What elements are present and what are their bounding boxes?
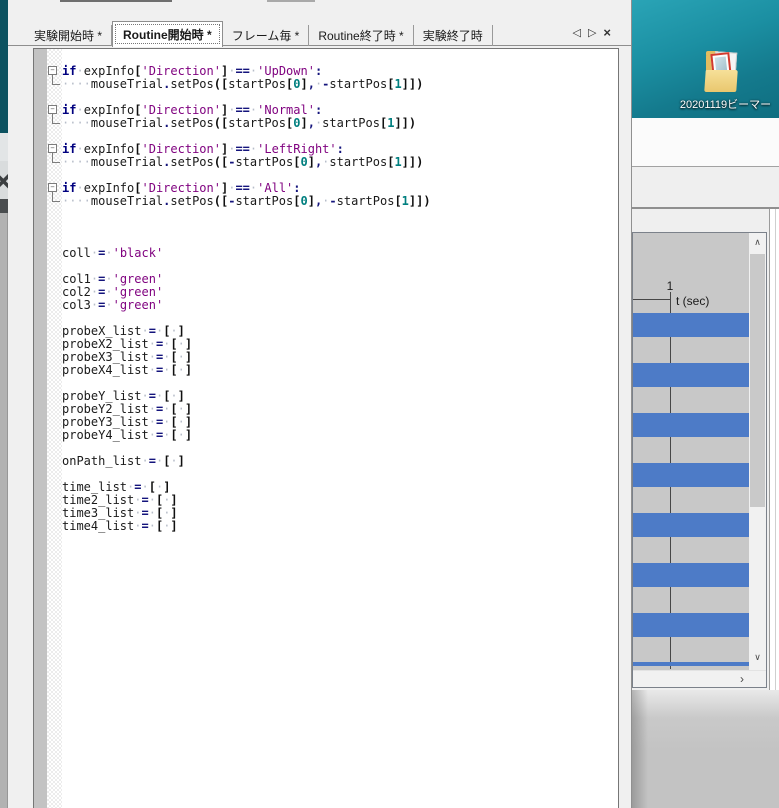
fold-spacer — [34, 442, 62, 455]
fold-spacer — [34, 286, 62, 299]
tab-bar: 実験開始時 *Routine開始時 *フレーム毎 *Routine終了時 *実験… — [8, 0, 631, 46]
fold-spacer — [34, 520, 62, 533]
left-window-edge-gray — [0, 213, 8, 808]
tab-2[interactable]: Routine開始時 * — [112, 21, 223, 47]
screen: ✕ 実験開始時 *Routine開始時 *フレーム毎 *Routine終了時 *… — [0, 0, 779, 808]
scroll-up-icon[interactable]: ∧ — [749, 235, 766, 249]
tab-1[interactable]: 実験開始時 * — [25, 25, 112, 46]
code-line — [34, 208, 618, 221]
fold-spacer — [34, 260, 62, 273]
tab-scroll-left-button[interactable]: ◁ — [572, 26, 580, 39]
code-line: ····mouseTrial.setPos([-startPos[0],·-st… — [34, 195, 618, 208]
code-line: col3·=·'green' — [34, 299, 618, 312]
code-editor[interactable]: if·expInfo['Direction']·==·'UpDown':····… — [33, 48, 619, 808]
tab-3[interactable]: フレーム毎 * — [223, 25, 310, 46]
routine-time-bar — [633, 463, 749, 487]
routine-canvas: 1 t (sec) — [633, 233, 749, 669]
fold-spacer — [34, 468, 62, 481]
fold-marker — [34, 78, 62, 91]
folder-front — [704, 70, 738, 92]
fold-spacer — [34, 494, 62, 507]
routine-time-bar — [633, 513, 749, 537]
tab-nav-buttons: ◁ ▷ × — [572, 26, 611, 39]
axis-tick-label: 1 — [664, 279, 676, 293]
fold-spacer — [34, 273, 62, 286]
close-tab-button[interactable]: × — [603, 27, 611, 38]
background-window-bottom — [632, 690, 779, 808]
code-lines: if·expInfo['Direction']·==·'UpDown':····… — [34, 65, 618, 533]
background-window-right-edge — [769, 209, 779, 690]
code-line: ····mouseTrial.setPos([-startPos[0],·sta… — [34, 156, 618, 169]
x-icon: ✕ — [0, 167, 8, 198]
fold-spacer — [34, 234, 62, 247]
axis-unit-label: t (sec) — [676, 294, 709, 308]
routine-timeline-panel: 1 t (sec) ∧ ∨ › — [632, 232, 767, 688]
vertical-scrollbar[interactable]: ∧ ∨ — [749, 233, 766, 670]
routine-time-bar — [633, 363, 749, 387]
code-line: time4_list·=·[·] — [34, 520, 618, 533]
code-line: probeX4_list·=·[·] — [34, 364, 618, 377]
fold-spacer — [34, 390, 62, 403]
routine-time-bar-partial — [633, 662, 749, 666]
fold-spacer — [34, 221, 62, 234]
code-component-dialog: 実験開始時 *Routine開始時 *フレーム毎 *Routine終了時 *実験… — [8, 0, 632, 808]
tab-scroll-right-button[interactable]: ▷ — [588, 26, 596, 39]
folder-icon[interactable] — [704, 50, 742, 94]
fold-spacer — [34, 208, 62, 221]
scrollbar-thumb[interactable] — [750, 254, 765, 507]
desktop: 20201119ビーマー — [632, 0, 779, 118]
code-line: ····mouseTrial.setPos([startPos[0],·star… — [34, 117, 618, 130]
fold-spacer — [34, 481, 62, 494]
fold-spacer — [34, 403, 62, 416]
fold-spacer — [34, 429, 62, 442]
fold-spacer — [34, 299, 62, 312]
code-line: probeY4_list·=·[·] — [34, 429, 618, 442]
horizontal-scrollbar[interactable]: › — [633, 670, 766, 687]
scroll-right-icon[interactable]: › — [740, 672, 744, 687]
folder-label[interactable]: 20201119ビーマー — [672, 96, 779, 112]
left-window-edge-dark — [0, 199, 8, 213]
fold-marker[interactable] — [34, 143, 62, 156]
fold-spacer — [34, 338, 62, 351]
code-line: ····mouseTrial.setPos([startPos[0],·-sta… — [34, 78, 618, 91]
fold-spacer — [34, 377, 62, 390]
tab-4[interactable]: Routine終了時 * — [309, 25, 413, 46]
fold-spacer — [34, 364, 62, 377]
routine-time-bar — [633, 413, 749, 437]
fold-spacer — [34, 130, 62, 143]
fold-spacer — [34, 312, 62, 325]
fold-spacer — [34, 507, 62, 520]
code-line — [34, 221, 618, 234]
tab-5[interactable]: 実験終了時 — [414, 25, 493, 46]
fold-marker[interactable] — [34, 65, 62, 78]
fold-marker — [34, 117, 62, 130]
code-line: coll·=·'black' — [34, 247, 618, 260]
fold-spacer — [34, 455, 62, 468]
fold-marker — [34, 195, 62, 208]
background-window-strip — [632, 167, 779, 209]
fold-spacer — [34, 416, 62, 429]
fold-marker[interactable] — [34, 104, 62, 117]
fold-marker[interactable] — [34, 182, 62, 195]
left-desktop-sliver — [0, 0, 8, 133]
fold-spacer — [34, 247, 62, 260]
fold-spacer — [34, 91, 62, 104]
fold-spacer — [34, 169, 62, 182]
scroll-down-icon[interactable]: ∨ — [749, 650, 766, 664]
fold-spacer — [34, 325, 62, 338]
left-window-edge — [0, 133, 8, 161]
background-window-strip — [632, 118, 779, 167]
fold-spacer — [34, 351, 62, 364]
routine-time-bar — [633, 313, 749, 337]
tab-strip: 実験開始時 *Routine開始時 *フレーム毎 *Routine終了時 *実験… — [25, 21, 493, 46]
time-axis — [633, 299, 671, 300]
routine-time-bar — [633, 613, 749, 637]
fold-marker — [34, 156, 62, 169]
code-line: onPath_list·=·[·] — [34, 455, 618, 468]
routine-time-bar — [633, 563, 749, 587]
